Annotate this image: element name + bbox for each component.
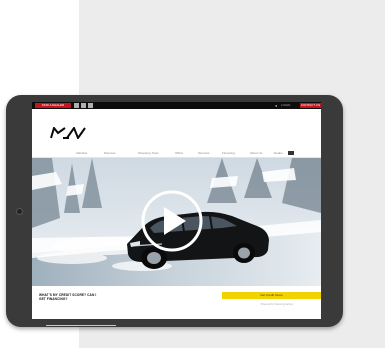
- nav-item-about-us[interactable]: About Us: [250, 151, 262, 155]
- nav-item-vehicles[interactable]: Vehicles: [76, 151, 87, 155]
- tablet-camera: [16, 208, 23, 215]
- compare-icon[interactable]: [74, 103, 79, 108]
- credit-tagline: WHAT’S MY CREDIT SCORE? CAN I GET FINANC…: [39, 293, 97, 301]
- top-bar: FIND A DEALER ● LOGIN CONTACT US: [32, 102, 321, 109]
- location-icon[interactable]: [88, 103, 93, 108]
- find-dealer-button[interactable]: FIND A DEALER: [35, 103, 71, 108]
- user-icon[interactable]: ●: [275, 103, 279, 108]
- build-icon[interactable]: [81, 103, 86, 108]
- nav-item-discover[interactable]: Discover: [104, 151, 116, 155]
- flag-icon[interactable]: [288, 151, 294, 155]
- tablet-edge: [46, 325, 116, 326]
- fineprint-text: Powered by financing partner: [260, 303, 294, 306]
- play-icon[interactable]: [140, 189, 204, 253]
- tablet-screen: FIND A DEALER ● LOGIN CONTACT US Vehicle…: [32, 102, 321, 319]
- nav-item-offers[interactable]: Offers: [175, 151, 183, 155]
- promo-strip: WHAT’S MY CREDIT SCORE? CAN I GET FINANC…: [32, 286, 321, 319]
- contact-button[interactable]: CONTACT US: [300, 103, 321, 108]
- nav-item-financing[interactable]: Financing: [222, 151, 235, 155]
- nav-item-shopping-tools[interactable]: Shopping Tools: [138, 151, 158, 155]
- main-nav: Vehicles Discover Shopping Tools Offers …: [32, 149, 321, 158]
- nav-item-dealer[interactable]: Dealer: [274, 151, 283, 155]
- login-link[interactable]: LOGIN: [281, 103, 290, 108]
- kia-logo[interactable]: [49, 127, 87, 139]
- nav-item-services[interactable]: Services: [198, 151, 210, 155]
- credit-score-button[interactable]: Get Credit Score: [222, 292, 321, 299]
